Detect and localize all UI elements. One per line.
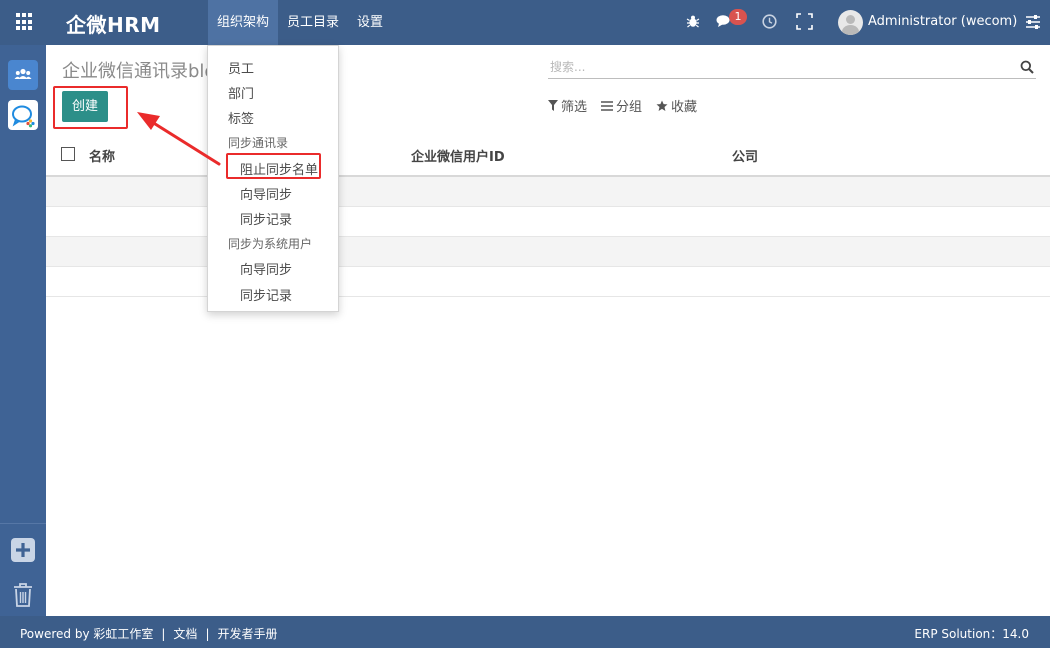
- dropdown-item-tags[interactable]: 标签: [228, 108, 254, 127]
- version-info: ERP Solution：14.0: [914, 627, 1029, 641]
- menu-settings[interactable]: 设置: [348, 0, 392, 45]
- apps-grid-icon[interactable]: [16, 13, 34, 31]
- dev-manual-link[interactable]: 开发者手册: [217, 627, 277, 641]
- dropdown-item-user-sync-log[interactable]: 同步记录: [240, 285, 292, 304]
- menu-employee-directory[interactable]: 员工目录: [278, 0, 348, 45]
- sliders-settings-icon[interactable]: [1025, 14, 1041, 30]
- search-input[interactable]: [548, 56, 1008, 78]
- dropdown-item-employees[interactable]: 员工: [228, 58, 254, 77]
- select-all-checkbox[interactable]: [61, 147, 75, 161]
- table-row: [46, 207, 1050, 237]
- powered-by-link[interactable]: Powered by 彩虹工作室: [20, 627, 153, 641]
- org-structure-dropdown: 员工 部门 标签 同步通讯录 阻止同步名单 向导同步 同步记录 同步为系统用户 …: [207, 45, 339, 312]
- sidebar-contacts-app[interactable]: [8, 60, 38, 90]
- page-title: 企业微信通讯录blo: [62, 61, 216, 82]
- table-row: [46, 237, 1050, 267]
- favorites-label: 收藏: [671, 100, 698, 115]
- bug-icon[interactable]: [686, 14, 700, 28]
- create-button[interactable]: 创建: [62, 91, 108, 122]
- user-name[interactable]: Administrator (wecom): [868, 14, 1017, 29]
- dropdown-header-sync-contacts: 同步通讯录: [228, 136, 289, 150]
- docs-link[interactable]: 文档: [173, 627, 197, 641]
- search-options: 筛选 分组 收藏: [548, 96, 711, 115]
- left-sidebar: [0, 45, 46, 616]
- user-avatar[interactable]: [838, 10, 863, 35]
- group-by-button[interactable]: 分组: [601, 96, 642, 115]
- column-company[interactable]: 公司: [732, 146, 758, 165]
- filter-icon: [548, 100, 558, 111]
- filter-label: 筛选: [561, 100, 588, 115]
- list-icon: [601, 100, 614, 111]
- sidebar-wecom-app[interactable]: [8, 100, 38, 130]
- group-by-label: 分组: [616, 100, 643, 115]
- fullscreen-icon[interactable]: [796, 13, 813, 30]
- star-icon: [656, 100, 668, 111]
- list-header: 名称 企业微信用户ID 公司: [46, 132, 1050, 177]
- table-row: [46, 267, 1050, 297]
- app-brand[interactable]: 企微HRM: [66, 9, 161, 38]
- dropdown-item-user-wizard-sync[interactable]: 向导同步: [240, 259, 292, 278]
- dropdown-header-sync-system-users: 同步为系统用户: [228, 237, 313, 251]
- annotation-arrow: [137, 112, 221, 166]
- dropdown-item-departments[interactable]: 部门: [228, 83, 254, 102]
- contacts-icon: [14, 68, 32, 79]
- search-underline: [548, 78, 1036, 79]
- column-name[interactable]: 名称: [89, 146, 115, 165]
- top-navbar: 企微HRM 组织架构 员工目录 设置 1 Administrator (weco…: [0, 0, 1050, 45]
- column-wecom-userid[interactable]: 企业微信用户ID: [411, 146, 505, 165]
- table-row: [46, 177, 1050, 207]
- wecom-icon: [12, 105, 35, 128]
- trash-icon[interactable]: [12, 582, 34, 608]
- sidebar-divider: [0, 523, 46, 524]
- main-menu: 组织架构 员工目录 设置: [208, 0, 392, 45]
- footer: Powered by 彩虹工作室 | 文档 | 开发者手册 ERP Solution：1…: [0, 616, 1050, 648]
- search-icon[interactable]: [1020, 60, 1034, 74]
- menu-org-structure[interactable]: 组织架构: [208, 0, 279, 45]
- dropdown-item-wizard-sync[interactable]: 向导同步: [240, 184, 292, 203]
- favorites-button[interactable]: 收藏: [656, 96, 697, 115]
- filter-button[interactable]: 筛选: [548, 96, 587, 115]
- message-count-badge: 1: [729, 9, 747, 25]
- add-app-icon[interactable]: [11, 538, 35, 562]
- clock-icon[interactable]: [762, 14, 777, 29]
- dropdown-item-sync-blocklist[interactable]: 阻止同步名单: [240, 159, 318, 178]
- dropdown-item-sync-log[interactable]: 同步记录: [240, 209, 292, 228]
